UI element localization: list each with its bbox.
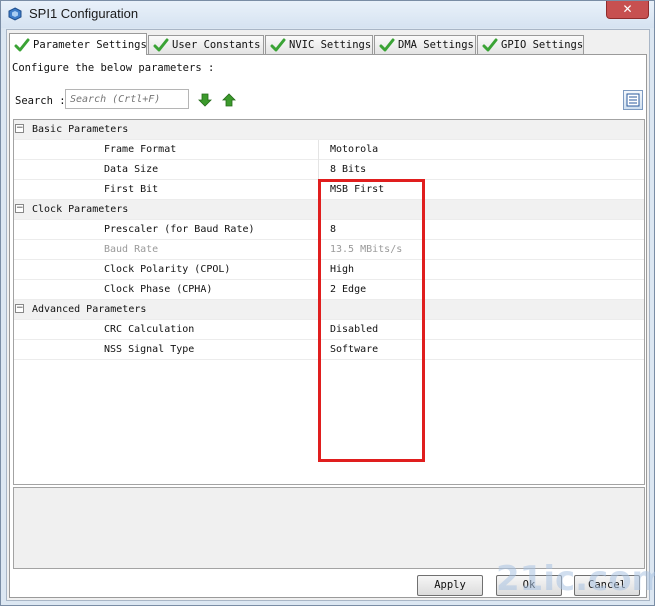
tab-nvic-settings[interactable]: NVIC Settings: [265, 35, 373, 54]
param-name: Prescaler (for Baud Rate): [104, 224, 255, 235]
list-icon: [626, 93, 640, 107]
tab-label: DMA Settings: [398, 39, 474, 51]
column-divider: [318, 160, 319, 180]
param-value[interactable]: 8 Bits: [330, 164, 366, 175]
parameters-grid: − Basic Parameters Frame Format Motorola…: [13, 119, 645, 485]
search-input[interactable]: [65, 89, 189, 109]
close-button[interactable]: ✕: [606, 1, 649, 19]
group-label: Clock Parameters: [32, 204, 129, 215]
spi1-configuration-dialog: SPI1 Configuration ✕ Parameter Settings …: [0, 0, 655, 606]
tab-gpio-settings[interactable]: GPIO Settings: [477, 35, 584, 54]
param-name: First Bit: [104, 184, 159, 195]
param-row-data-size[interactable]: Data Size 8 Bits: [14, 160, 644, 180]
group-label: Advanced Parameters: [32, 304, 147, 315]
app-icon: [8, 7, 22, 21]
group-label: Basic Parameters: [32, 124, 129, 135]
tab-label: User Constants: [172, 39, 261, 51]
arrow-down-icon[interactable]: [198, 93, 212, 107]
apply-button[interactable]: Apply: [417, 575, 483, 596]
param-name: CRC Calculation: [104, 324, 195, 335]
tab-user-constants[interactable]: User Constants: [148, 35, 264, 54]
param-value[interactable]: Motorola: [330, 144, 378, 155]
param-row-frame-format[interactable]: Frame Format Motorola: [14, 140, 644, 160]
param-name: Clock Phase (CPHA): [104, 284, 213, 295]
collapse-icon[interactable]: −: [15, 124, 24, 133]
title-bar: SPI1 Configuration ✕: [1, 1, 654, 28]
tab-label: Parameter Settings: [33, 38, 147, 51]
check-icon: [270, 38, 286, 52]
list-view-button[interactable]: [623, 90, 643, 110]
param-name: Baud Rate: [104, 244, 159, 255]
collapse-icon[interactable]: −: [15, 304, 24, 313]
search-label: Search :: [15, 95, 66, 107]
check-icon: [14, 38, 30, 51]
collapse-icon[interactable]: −: [15, 204, 24, 213]
check-icon: [153, 38, 169, 52]
tab-parameter-settings[interactable]: Parameter Settings: [9, 33, 147, 55]
description-pane: [13, 487, 645, 569]
arrow-up-icon[interactable]: [222, 93, 236, 107]
configure-instructions: Configure the below parameters :: [12, 62, 215, 74]
column-divider: [318, 140, 319, 160]
param-name: NSS Signal Type: [104, 344, 195, 355]
highlight-box: [318, 179, 425, 462]
check-icon: [379, 38, 395, 52]
parameter-settings-panel: Configure the below parameters : Search …: [9, 54, 647, 598]
tab-label: GPIO Settings: [501, 39, 584, 51]
check-icon: [482, 38, 498, 52]
cancel-button[interactable]: Cancel: [574, 575, 640, 596]
ok-button[interactable]: Ok: [496, 575, 562, 596]
tab-bar: Parameter Settings User Constants NVIC S…: [9, 33, 649, 55]
window-title: SPI1 Configuration: [29, 6, 139, 21]
tab-dma-settings[interactable]: DMA Settings: [374, 35, 476, 54]
dialog-body: Parameter Settings User Constants NVIC S…: [6, 29, 650, 601]
param-name: Data Size: [104, 164, 159, 175]
param-name: Frame Format: [104, 144, 177, 155]
group-basic-parameters[interactable]: − Basic Parameters: [14, 120, 644, 140]
tab-label: NVIC Settings: [289, 39, 372, 51]
param-name: Clock Polarity (CPOL): [104, 264, 231, 275]
